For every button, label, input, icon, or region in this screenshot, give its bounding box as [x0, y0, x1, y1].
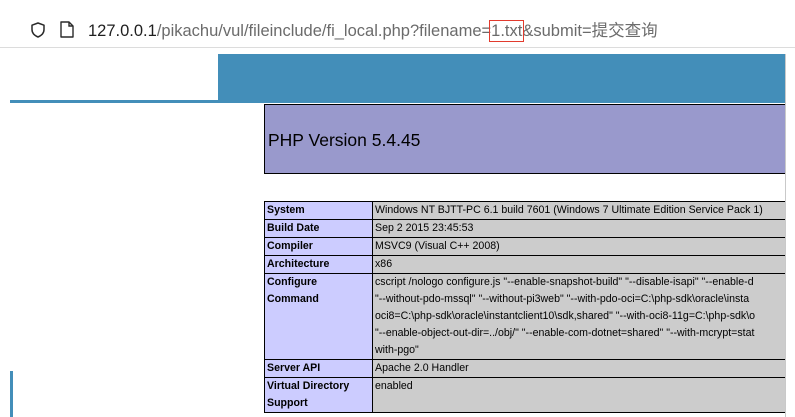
row-key: Configure Command — [264, 273, 373, 360]
table-row: Configure Command cscript /nologo configu… — [264, 273, 785, 360]
address-bar[interactable]: 127.0.0.1/pikachu/vul/fileinclude/fi_loc… — [0, 0, 795, 48]
row-value-line: enabled — [375, 380, 413, 392]
header-divider — [10, 100, 785, 103]
sidebar-rail — [10, 371, 13, 417]
row-value-line: x86 — [375, 258, 393, 270]
page-header-band — [218, 54, 785, 100]
row-value: x86 — [372, 255, 785, 274]
url-host: 127.0.0.1 — [88, 22, 157, 40]
row-key: Virtual Directory Support — [264, 377, 373, 413]
right-edge-line — [785, 54, 786, 417]
row-value-line: MSVC9 (Visual C++ 2008) — [375, 240, 500, 252]
row-value-line: oci8=C:\php-sdk\oracle\instantclient10\s… — [375, 310, 756, 322]
php-version-header: PHP Version 5.4.45 — [264, 104, 785, 174]
page-header-left — [10, 54, 218, 100]
table-row: Server API Apache 2.0 Handler — [264, 359, 785, 378]
row-value-line: cscript /nologo configure.js "--enable-s… — [375, 276, 754, 288]
row-value-line: "--without-pdo-mssql" "--without-pi3web"… — [375, 293, 750, 305]
row-key: Compiler — [264, 237, 373, 256]
table-row: System Windows NT BJTT-PC 6.1 build 7601 … — [264, 201, 785, 220]
row-value-line: Sep 2 2015 23:45:53 — [375, 222, 474, 234]
row-key: Server API — [264, 359, 373, 378]
url-highlight: 1.txt — [489, 20, 525, 42]
page-content: PHP Version 5.4.45 System Windows NT BJTT… — [0, 48, 795, 417]
row-value: enabled — [372, 377, 785, 413]
php-version-title: PHP Version 5.4.45 — [268, 130, 421, 150]
row-value-line: Windows NT BJTT-PC 6.1 build 7601 (Windo… — [375, 204, 763, 216]
row-value-line: with-pgo" — [375, 344, 419, 356]
row-key: Architecture — [264, 255, 373, 274]
row-value: MSVC9 (Visual C++ 2008) — [372, 237, 785, 256]
url-path: /pikachu/vul/fileinclude/fi_local.php?fi… — [156, 22, 492, 40]
table-row: Architecture x86 — [264, 255, 785, 274]
shield-icon[interactable] — [30, 22, 46, 38]
table-row: Virtual Directory Support enabled — [264, 377, 785, 413]
table-row: Compiler MSVC9 (Visual C++ 2008) — [264, 237, 785, 256]
row-value-line: "--enable-object-out-dir=../obj/" "--ena… — [375, 327, 755, 339]
row-value: Windows NT BJTT-PC 6.1 build 7601 (Windo… — [372, 201, 785, 220]
url-rest: &submit=提交查询 — [522, 22, 658, 40]
row-value: cscript /nologo configure.js "--enable-s… — [372, 273, 785, 360]
url-field[interactable]: 127.0.0.1/pikachu/vul/fileinclude/fi_loc… — [88, 20, 658, 42]
row-key: System — [264, 201, 373, 220]
row-value-line: Apache 2.0 Handler — [375, 362, 469, 374]
phpinfo-table: System Windows NT BJTT-PC 6.1 build 7601 … — [264, 201, 785, 413]
row-value: Apache 2.0 Handler — [372, 359, 785, 378]
page-icon — [60, 21, 74, 38]
table-row: Build Date Sep 2 2015 23:45:53 — [264, 219, 785, 238]
row-value: Sep 2 2015 23:45:53 — [372, 219, 785, 238]
row-key: Build Date — [264, 219, 373, 238]
